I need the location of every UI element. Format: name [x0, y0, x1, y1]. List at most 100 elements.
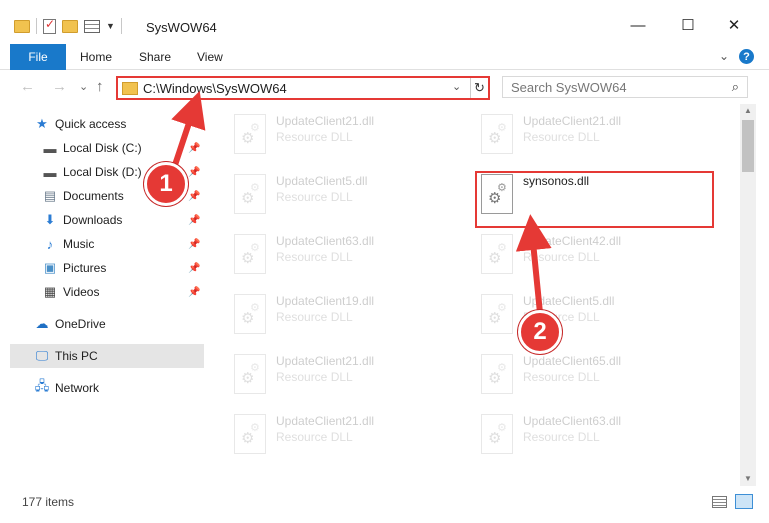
file-item[interactable]: UpdateClient42.dll Resource DLL	[477, 230, 713, 282]
file-item[interactable]: UpdateClient21.dll Resource DLL	[230, 410, 466, 462]
dll-file-icon	[481, 354, 513, 394]
step-badge-1: 1	[144, 162, 188, 206]
sidebar-item-onedrive[interactable]: ☁ OneDrive	[10, 312, 204, 336]
dll-file-icon	[234, 414, 266, 454]
sidebar-item-label: Music	[63, 237, 95, 251]
customize-toolbar-icon[interactable]: ▼	[106, 21, 115, 31]
sidebar-item-this-pc[interactable]: 🖵 This PC	[10, 344, 204, 368]
file-item[interactable]: UpdateClient21.dll Resource DLL	[230, 350, 466, 402]
pin-icon[interactable]: 📌	[188, 239, 200, 250]
file-name: UpdateClient21.dll	[276, 114, 375, 128]
sidebar-item-pictures[interactable]: ▣ Pictures 📌	[10, 256, 204, 280]
step-badge-2: 2	[518, 310, 562, 354]
documents-icon: ▤	[43, 188, 57, 203]
ribbon-collapse-icon[interactable]: ⌄	[719, 49, 729, 63]
scroll-thumb[interactable]	[742, 120, 754, 172]
file-item[interactable]: UpdateClient21.dll Resource DLL	[230, 110, 466, 162]
file-name: UpdateClient19.dll	[276, 294, 375, 308]
properties-icon[interactable]	[43, 17, 56, 34]
file-type: Resource DLL	[276, 370, 353, 384]
maximize-button[interactable]: ☐	[666, 10, 710, 40]
sidebar-item-label: Downloads	[63, 213, 123, 227]
window-title: SysWOW64	[146, 20, 217, 35]
large-icons-view-icon[interactable]	[735, 494, 753, 509]
view-icon[interactable]	[84, 19, 100, 33]
sidebar-item-videos[interactable]: ▦ Videos 📌	[10, 280, 204, 304]
file-type: Resource DLL	[276, 310, 353, 324]
file-name: UpdateClient5.dll	[276, 174, 368, 188]
address-dropdown-icon[interactable]: ⌄	[452, 80, 461, 93]
address-bar[interactable]: C:\Windows\SysWOW64 ⌄ ↻	[116, 76, 490, 100]
file-type: Resource DLL	[523, 430, 600, 444]
drive-icon: ▬	[43, 164, 57, 180]
file-item[interactable]: UpdateClient5.dllResource DLL	[477, 290, 713, 342]
details-view-icon[interactable]	[712, 496, 727, 508]
file-item[interactable]: UpdateClient65.dll Resource DLL	[477, 350, 713, 402]
file-name: UpdateClient63.dll	[276, 234, 375, 248]
pin-icon[interactable]: 📌	[188, 263, 200, 274]
back-button[interactable]: ←	[20, 78, 35, 95]
new-folder-icon[interactable]	[62, 19, 78, 33]
file-item[interactable]: UpdateClient63.dll Resource DLL	[230, 230, 466, 282]
up-button[interactable]: ↑	[96, 78, 104, 95]
search-input[interactable]: Search SysWOW64 ⌕	[502, 76, 748, 98]
sidebar-item-downloads[interactable]: ⬇ Downloads 📌	[10, 208, 204, 232]
sidebar-item-music[interactable]: ♪ Music 📌	[10, 232, 204, 256]
dll-file-icon	[481, 114, 513, 154]
pin-icon[interactable]: 📌	[188, 167, 200, 178]
file-type: Resource DLL	[276, 430, 353, 444]
dll-file-icon	[234, 114, 266, 154]
music-icon: ♪	[46, 236, 54, 252]
help-icon[interactable]: ?	[739, 49, 754, 64]
file-type: Resource DLL	[523, 250, 600, 264]
dll-file-icon	[481, 294, 513, 334]
tab-home[interactable]: Home	[80, 50, 112, 64]
sidebar-item-network[interactable]: 🖧 Network	[10, 376, 204, 400]
recent-locations-button[interactable]: ⌄	[79, 80, 88, 93]
minimize-button[interactable]: —	[616, 10, 660, 40]
download-icon: ⬇	[44, 212, 56, 227]
forward-button[interactable]: →	[52, 78, 67, 95]
dll-file-icon	[234, 354, 266, 394]
address-path[interactable]: C:\Windows\SysWOW64	[143, 81, 287, 96]
close-button[interactable]: ✕	[712, 10, 756, 40]
file-item[interactable]: UpdateClient19.dll Resource DLL	[230, 290, 466, 342]
sidebar-item-local-disk-c[interactable]: ▬ Local Disk (C:) 📌	[10, 136, 204, 160]
file-item[interactable]: UpdateClient21.dll Resource DLL	[477, 110, 713, 162]
toolbar-divider	[36, 18, 37, 34]
pin-icon[interactable]: 📌	[188, 215, 200, 226]
file-type: Resource DLL	[523, 370, 600, 384]
file-item[interactable]: UpdateClient63.dll Resource DLL	[477, 410, 713, 462]
star-icon: ★	[36, 116, 48, 131]
search-placeholder: Search SysWOW64	[511, 80, 627, 95]
videos-icon: ▦	[43, 284, 57, 299]
sidebar-item-label: Documents	[63, 189, 124, 203]
sidebar-item-label: OneDrive	[55, 317, 106, 331]
tab-file[interactable]: File	[10, 44, 66, 70]
file-type: Resource DLL	[523, 130, 600, 144]
vertical-scrollbar[interactable]: ▲ ▼	[740, 104, 756, 486]
file-name: UpdateClient42.dll	[523, 234, 622, 248]
sidebar-item-label: This PC	[55, 349, 98, 363]
pin-icon[interactable]: 📌	[188, 191, 200, 202]
file-item[interactable]: UpdateClient5.dllResource DLL	[230, 170, 466, 222]
drive-icon: ▬	[43, 140, 57, 156]
scroll-down-icon[interactable]: ▼	[740, 472, 756, 486]
tab-view[interactable]: View	[197, 50, 223, 64]
file-type: Resource DLL	[276, 130, 353, 144]
scroll-up-icon[interactable]: ▲	[740, 104, 756, 118]
file-list: UpdateClient21.dllResource DLLUpdateClie…	[204, 104, 740, 486]
network-icon: 🖧	[34, 378, 50, 393]
pin-icon[interactable]: 📌	[188, 287, 200, 298]
title-bar: ▼ SysWOW64 — ☐ ✕	[0, 0, 769, 42]
file-name: UpdateClient21.dll	[276, 414, 375, 428]
computer-icon: 🖵	[35, 348, 49, 363]
refresh-button[interactable]: ↻	[470, 78, 488, 98]
ribbon-tabs: File Home Share View ⌄ ?	[0, 44, 769, 70]
folder-icon	[122, 82, 138, 95]
tab-share[interactable]: Share	[139, 50, 171, 64]
sidebar-item-quick-access[interactable]: ★ Quick access	[10, 112, 204, 136]
pin-icon[interactable]: 📌	[188, 143, 200, 154]
dll-file-icon	[234, 294, 266, 334]
sidebar-item-label: Videos	[63, 285, 100, 299]
